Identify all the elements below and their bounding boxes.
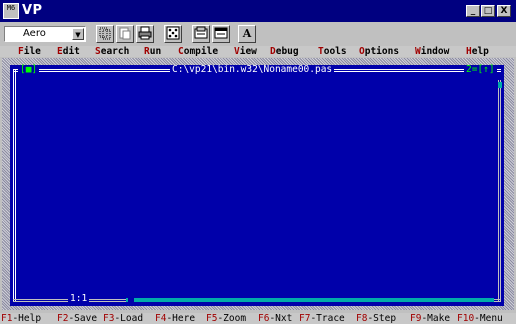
status-label: -Save <box>68 313 98 324</box>
print-button[interactable] <box>136 25 154 43</box>
app-icon[interactable]: M6 <box>3 3 19 19</box>
menu-label: iew <box>239 46 257 57</box>
window-title-bar[interactable]: M6 VP _ □ X <box>0 0 516 22</box>
vertical-scroll-thumb[interactable] <box>498 82 502 88</box>
menu-search[interactable]: Search <box>95 46 129 57</box>
save-button[interactable] <box>192 25 210 43</box>
menu-bar: File Edit Search Run Compile View Debug Tools Op… <box>0 46 516 57</box>
cursor-position: 1:1 <box>68 293 90 304</box>
minimize-button[interactable]: _ <box>466 5 480 17</box>
menu-window[interactable]: Window <box>415 46 449 57</box>
editor-window[interactable] <box>10 65 504 306</box>
menu-label: dit <box>62 46 80 57</box>
status-label: -Nxt <box>269 313 293 324</box>
toolbar: Aero ▼ A <box>0 22 516 46</box>
printer-icon <box>138 26 152 40</box>
horizontal-scrollbar[interactable] <box>126 298 494 302</box>
paste-icon <box>119 27 131 40</box>
font-select-value: Aero <box>23 28 46 39</box>
editor-frame-left <box>13 70 16 302</box>
menu-debug[interactable]: Debug <box>270 46 299 57</box>
status-item-f4[interactable]: F4-Here <box>155 313 195 324</box>
menu-options[interactable]: Options <box>359 46 399 57</box>
vertical-scrollbar[interactable] <box>498 80 501 302</box>
status-label: -Help <box>12 313 42 324</box>
status-label: -Here <box>166 313 196 324</box>
menu-label: ptions <box>364 46 400 57</box>
maximize-button[interactable]: □ <box>481 5 495 17</box>
dice-icon <box>166 26 180 40</box>
options-button[interactable] <box>212 25 230 43</box>
status-label: -Trace <box>310 313 345 324</box>
status-key: F8 <box>356 313 368 324</box>
status-label: -Load <box>114 313 144 324</box>
close-button[interactable]: X <box>497 5 511 17</box>
font-select[interactable]: Aero ▼ <box>4 26 86 42</box>
menu-label: ompile <box>183 46 219 57</box>
copy-icon <box>99 27 111 40</box>
compile-button[interactable] <box>164 25 182 43</box>
status-item-f3[interactable]: F3-Load <box>103 313 143 324</box>
status-item-f2[interactable]: F2-Save <box>57 313 97 324</box>
menu-label: elp <box>471 46 489 57</box>
menu-compile[interactable]: Compile <box>178 46 218 57</box>
save-icon <box>194 26 208 39</box>
status-key: F3 <box>103 313 115 324</box>
status-key: F4 <box>155 313 167 324</box>
copy-button[interactable] <box>96 25 114 43</box>
menu-file[interactable]: File <box>18 46 41 57</box>
font-button[interactable]: A <box>238 25 256 43</box>
menu-tools[interactable]: Tools <box>318 46 347 57</box>
status-label: -Zoom <box>217 313 247 324</box>
editor-file-path: C:\vp21\bin.w32\Noname00.pas <box>170 64 335 75</box>
chevron-down-icon[interactable]: ▼ <box>72 28 84 40</box>
editor-close-box[interactable]: [■] <box>18 65 40 75</box>
status-item-f6[interactable]: F6-Nxt <box>258 313 292 324</box>
status-key: F9 <box>410 313 422 324</box>
window-title: VP <box>22 3 43 18</box>
menu-label: ools <box>323 46 347 57</box>
status-label: -Menu <box>474 313 503 324</box>
menu-run[interactable]: Run <box>144 46 161 57</box>
status-item-f5[interactable]: F5-Zoom <box>206 313 246 324</box>
status-key: F7 <box>299 313 311 324</box>
status-item-f10[interactable]: F10-Menu <box>457 313 503 324</box>
status-item-f8[interactable]: F8-Step <box>356 313 396 324</box>
menu-label: indow <box>420 46 450 57</box>
status-label: -Make <box>421 313 451 324</box>
horizontal-scroll-thumb[interactable] <box>128 297 134 303</box>
menu-edit[interactable]: Edit <box>57 46 80 57</box>
status-key: F6 <box>258 313 270 324</box>
menu-label: ile <box>23 46 41 57</box>
ide-workspace: File Edit Search Run Compile View Debug Tools Op… <box>0 46 516 324</box>
status-key: F1 <box>1 313 13 324</box>
paste-button[interactable] <box>116 25 134 43</box>
editor-window-number[interactable]: 2=[↑] <box>464 65 497 75</box>
status-key: F2 <box>57 313 69 324</box>
status-key: F10 <box>457 313 475 324</box>
menu-label: earch <box>100 46 130 57</box>
menu-label: un <box>149 46 162 57</box>
menu-label: ebug <box>275 46 299 57</box>
status-item-f9[interactable]: F9-Make <box>410 313 450 324</box>
status-item-f7[interactable]: F7-Trace <box>299 313 345 324</box>
status-key: F5 <box>206 313 218 324</box>
status-item-f1[interactable]: F1-Help <box>1 313 41 324</box>
status-bar: F1-Help F2-Save F3-Load F4-Here F5-Zoom F6-Nx… <box>0 313 516 324</box>
window-icon <box>214 27 228 39</box>
menu-view[interactable]: View <box>234 46 257 57</box>
menu-help[interactable]: Help <box>466 46 489 57</box>
status-label: -Step <box>367 313 397 324</box>
